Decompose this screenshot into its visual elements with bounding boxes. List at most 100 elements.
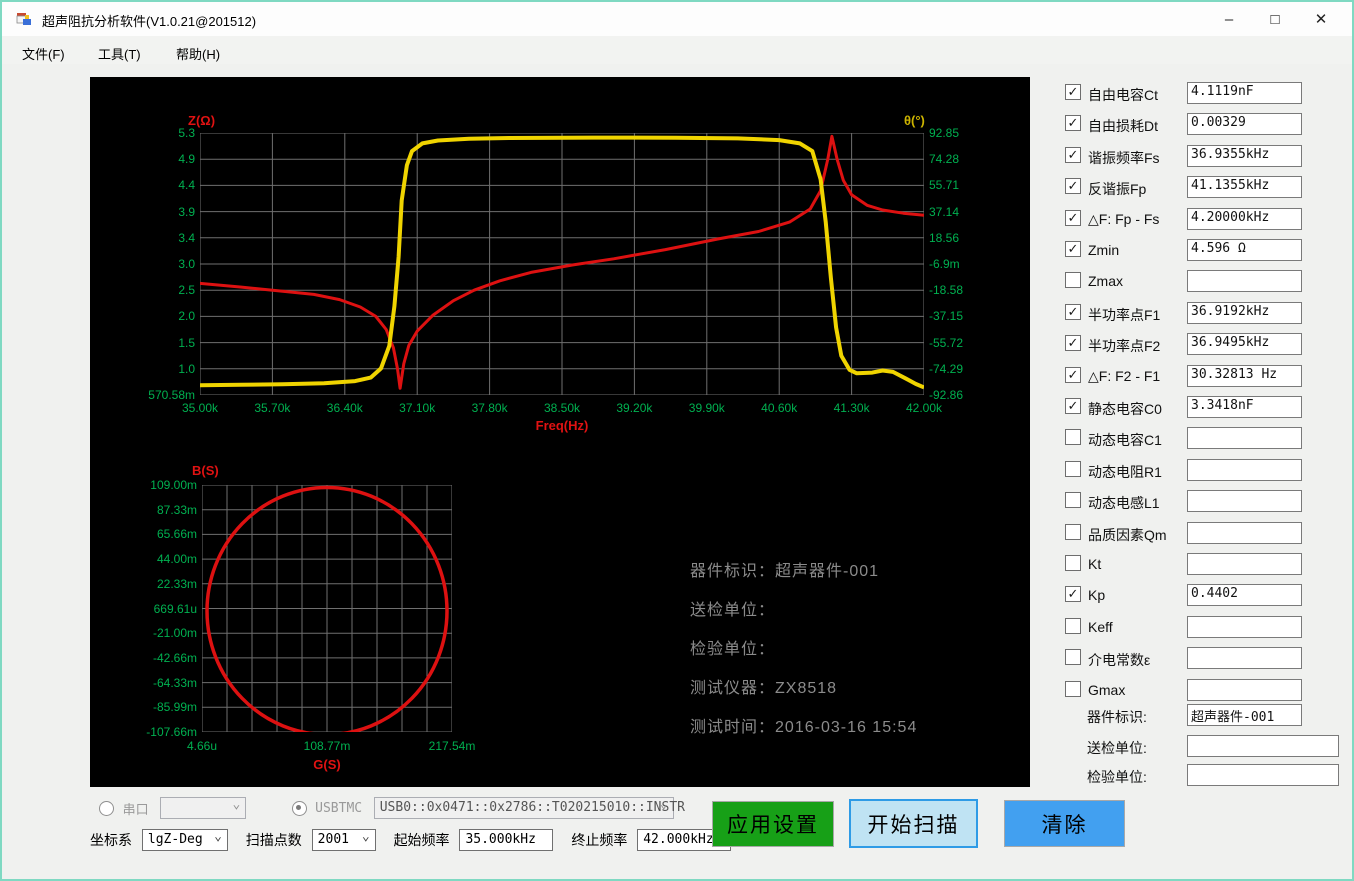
checkbox-l1[interactable] <box>1065 492 1081 509</box>
checkbox-kp[interactable]: ✓ <box>1065 586 1081 603</box>
sender-unit-field[interactable] <box>1187 735 1339 757</box>
info-time-value: 2016-03-16 15:54 <box>775 719 918 736</box>
usbtmc-radio[interactable] <box>291 800 307 816</box>
tick-label: -85.99m <box>152 700 197 715</box>
usbtmc-label: USBTMC <box>315 800 363 816</box>
serial-radio[interactable] <box>99 800 114 816</box>
checkbox-c0[interactable]: ✓ <box>1065 398 1081 414</box>
checkbox-df-f2-f1[interactable]: ✓ <box>1065 366 1081 383</box>
field-epsilon[interactable] <box>1187 647 1302 670</box>
tick-label: 37.10k <box>399 401 436 415</box>
connection-row: 串口 USBTMC USB0::0x0471::0x2786::T0202150… <box>99 797 685 821</box>
field-zmax[interactable] <box>1187 270 1302 293</box>
field-df-f2-f1[interactable]: 30.32813 Hz <box>1187 364 1302 387</box>
field-keff[interactable] <box>1187 615 1302 638</box>
tick-label: 65.66m <box>156 527 197 542</box>
checkbox-kt[interactable] <box>1065 555 1081 571</box>
tick-label: 37.80k <box>471 401 508 415</box>
device-info-overlay: 器件标识：超声器件-001 送检单位： 检验单位： 测试仪器：ZX8518 测试… <box>690 557 1020 752</box>
checkbox-f2[interactable]: ✓ <box>1065 335 1081 352</box>
minimize-button[interactable]: – <box>1206 2 1252 36</box>
checkbox-keff[interactable] <box>1065 617 1081 634</box>
checkbox-f1[interactable]: ✓ <box>1065 303 1081 320</box>
tick-label: 3.0 <box>178 257 195 271</box>
serial-label: 串口 <box>122 801 149 817</box>
checkbox-zmax[interactable] <box>1065 272 1081 289</box>
checkbox-gmax[interactable] <box>1065 680 1081 697</box>
checkbox-zmin[interactable]: ✓ <box>1065 241 1081 257</box>
field-dt[interactable]: 0.00329 <box>1187 113 1302 136</box>
admittance-chart-svg <box>202 485 452 732</box>
tick-label: 109.00m <box>150 478 197 492</box>
start-scan-button[interactable]: 开始扫描 <box>849 799 978 848</box>
tick-label: -6.9m <box>929 257 960 271</box>
field-gmax[interactable] <box>1187 678 1302 701</box>
checkbox-fs[interactable]: ✓ <box>1065 146 1081 163</box>
checkbox-epsilon[interactable] <box>1065 649 1081 666</box>
tick-label: 217.54m <box>428 739 476 753</box>
label-df-fp-fs: △F: Fp - Fs <box>1088 210 1160 227</box>
field-fp[interactable]: 41.1355kHz <box>1187 176 1302 199</box>
result-row-ct: ✓ 自由电容Ct 4.1119nF <box>1065 82 1352 104</box>
field-zmin[interactable]: 4.596 Ω <box>1187 239 1302 261</box>
tick-label: 3.4 <box>178 230 195 245</box>
coord-system-select[interactable]: lgZ-Deg <box>141 829 228 851</box>
field-ct[interactable]: 4.1119nF <box>1187 82 1302 104</box>
field-r1[interactable] <box>1187 458 1302 481</box>
field-c0[interactable]: 3.3418nF <box>1187 396 1302 418</box>
result-row-zmin: ✓ Zmin 4.596 Ω <box>1065 239 1352 261</box>
checkbox-dt[interactable]: ✓ <box>1065 115 1081 132</box>
serial-port-select[interactable] <box>160 797 247 819</box>
tick-label: 4.9 <box>178 152 195 167</box>
checkbox-df-fp-fs[interactable]: ✓ <box>1065 209 1081 226</box>
tick-label: -92.86 <box>929 388 964 402</box>
field-f2[interactable]: 36.9495kHz <box>1187 333 1302 356</box>
info-sender-label: 送检单位： <box>690 602 776 619</box>
tick-label: 55.71 <box>929 178 960 193</box>
field-f1[interactable]: 36.9192kHz <box>1187 301 1302 324</box>
tick-label: 41.30k <box>833 401 870 415</box>
field-c1[interactable] <box>1187 427 1302 450</box>
inspect-unit-field[interactable] <box>1187 764 1339 786</box>
label-zmin: Zmin <box>1088 242 1120 258</box>
checkbox-r1[interactable] <box>1065 460 1081 477</box>
apply-settings-button[interactable]: 应用设置 <box>712 801 834 847</box>
label-dt: 自由损耗Dt <box>1088 118 1158 135</box>
maximize-button[interactable]: □ <box>1252 2 1298 36</box>
device-id-field[interactable]: 超声器件-001 <box>1187 704 1302 726</box>
field-qm[interactable] <box>1187 521 1302 544</box>
checkbox-qm[interactable] <box>1065 523 1081 540</box>
menu-help[interactable]: 帮助(H) <box>172 42 224 65</box>
tick-label: 38.50k <box>543 401 581 415</box>
field-kp[interactable]: 0.4402 <box>1187 584 1302 607</box>
tick-label: 570.58m <box>148 388 195 402</box>
label-fs: 谐振频率Fs <box>1088 149 1160 166</box>
info-inspector-label: 检验单位： <box>690 641 776 658</box>
tick-label: -55.72 <box>929 335 964 350</box>
field-df-fp-fs[interactable]: 4.20000kHz <box>1187 207 1302 230</box>
field-kt[interactable] <box>1187 553 1302 575</box>
usb-address-select[interactable]: USB0::0x0471::0x2786::T020215010::INSTR <box>373 797 685 819</box>
field-l1[interactable] <box>1187 490 1302 513</box>
result-row-dt: ✓ 自由损耗Dt 0.00329 <box>1065 113 1352 136</box>
tick-label: 44.00m <box>156 552 197 567</box>
checkbox-fp[interactable]: ✓ <box>1065 178 1081 195</box>
checkbox-ct[interactable]: ✓ <box>1065 84 1081 100</box>
start-freq-input[interactable]: 35.000kHz <box>459 829 554 851</box>
id-fields: 器件标识: 超声器件-001 送检单位: 检验单位: <box>1065 704 1352 794</box>
sweep-points-select[interactable]: 2001 <box>311 829 376 851</box>
clear-button[interactable]: 清除 <box>1004 800 1125 847</box>
label-c1: 动态电容C1 <box>1088 432 1162 449</box>
info-device-id-value: 超声器件-001 <box>775 563 880 580</box>
app-icon <box>16 11 32 27</box>
close-button[interactable]: ✕ <box>1298 2 1344 36</box>
label-f2: 半功率点F2 <box>1088 338 1161 355</box>
coord-system-label: 坐标系 <box>90 832 132 848</box>
label-f1: 半功率点F1 <box>1088 306 1161 323</box>
menu-tools[interactable]: 工具(T) <box>94 42 145 65</box>
field-fs[interactable]: 36.9355kHz <box>1187 144 1302 167</box>
menu-file[interactable]: 文件(F) <box>18 42 69 65</box>
tick-label: 4.66u <box>186 739 218 753</box>
tick-label: 1.0 <box>178 361 195 376</box>
checkbox-c1[interactable] <box>1065 429 1081 446</box>
